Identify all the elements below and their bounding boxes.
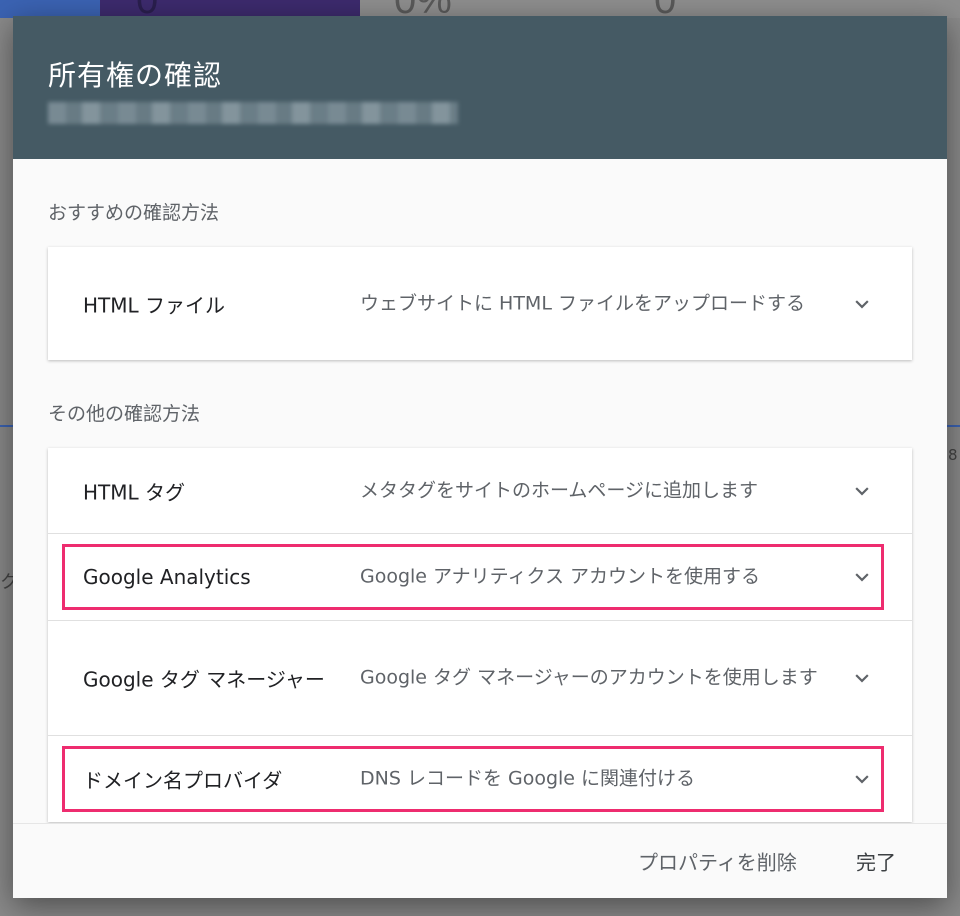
- dialog-body: おすすめの確認方法 HTML ファイル ウェブサイトに HTML ファイルをアッ…: [13, 159, 947, 824]
- recommended-methods-card: HTML ファイル ウェブサイトに HTML ファイルをアップロードする: [48, 247, 912, 360]
- method-description: Google タグ マネージャーのアカウントを使用します: [360, 666, 818, 689]
- property-url-redacted: [48, 102, 458, 124]
- chevron-down-icon[interactable]: [852, 567, 872, 587]
- bg-divider: [0, 425, 14, 427]
- bg-side-text: 8: [948, 446, 958, 464]
- method-description: DNS レコードを Google に関連付ける: [360, 767, 696, 790]
- method-domain-provider[interactable]: ドメイン名プロバイダ DNS レコードを Google に関連付ける: [48, 736, 912, 822]
- dialog-title: 所有権の確認: [48, 59, 223, 92]
- dialog-footer: プロパティを削除 完了: [13, 823, 947, 898]
- done-button[interactable]: 完了: [856, 847, 896, 876]
- method-google-tag-manager[interactable]: Google タグ マネージャー Google タグ マネージャーのアカウントを…: [48, 621, 912, 736]
- dialog-header: 所有権の確認: [13, 16, 947, 159]
- bg-divider: [946, 425, 960, 427]
- method-title: HTML ファイル: [83, 293, 226, 317]
- method-title: Google Analytics: [83, 565, 251, 589]
- chevron-down-icon[interactable]: [852, 668, 872, 688]
- method-google-analytics[interactable]: Google Analytics Google アナリティクス アカウントを使用…: [48, 534, 912, 621]
- recommended-section-label: おすすめの確認方法: [48, 202, 220, 224]
- delete-property-button[interactable]: プロパティを削除: [638, 847, 797, 876]
- other-section-label: その他の確認方法: [48, 403, 201, 425]
- method-description: ウェブサイトに HTML ファイルをアップロードする: [360, 292, 805, 314]
- method-title: ドメイン名プロバイダ: [83, 768, 283, 793]
- method-description: メタタグをサイトのホームページに追加します: [360, 479, 759, 501]
- chevron-down-icon[interactable]: [852, 294, 872, 314]
- method-description: Google アナリティクス アカウントを使用する: [360, 565, 760, 588]
- ownership-verification-dialog: 所有権の確認 おすすめの確認方法 HTML ファイル ウェブサイトに HTML …: [13, 16, 947, 898]
- method-title: HTML タグ: [83, 480, 186, 504]
- method-title: Google タグ マネージャー: [83, 667, 325, 692]
- method-html-file[interactable]: HTML ファイル ウェブサイトに HTML ファイルをアップロードする: [48, 247, 912, 360]
- method-html-tag[interactable]: HTML タグ メタタグをサイトのホームページに追加します: [48, 448, 912, 534]
- chevron-down-icon[interactable]: [852, 481, 872, 501]
- other-methods-card: HTML タグ メタタグをサイトのホームページに追加します Google Ana…: [48, 448, 912, 822]
- chevron-down-icon[interactable]: [852, 769, 872, 789]
